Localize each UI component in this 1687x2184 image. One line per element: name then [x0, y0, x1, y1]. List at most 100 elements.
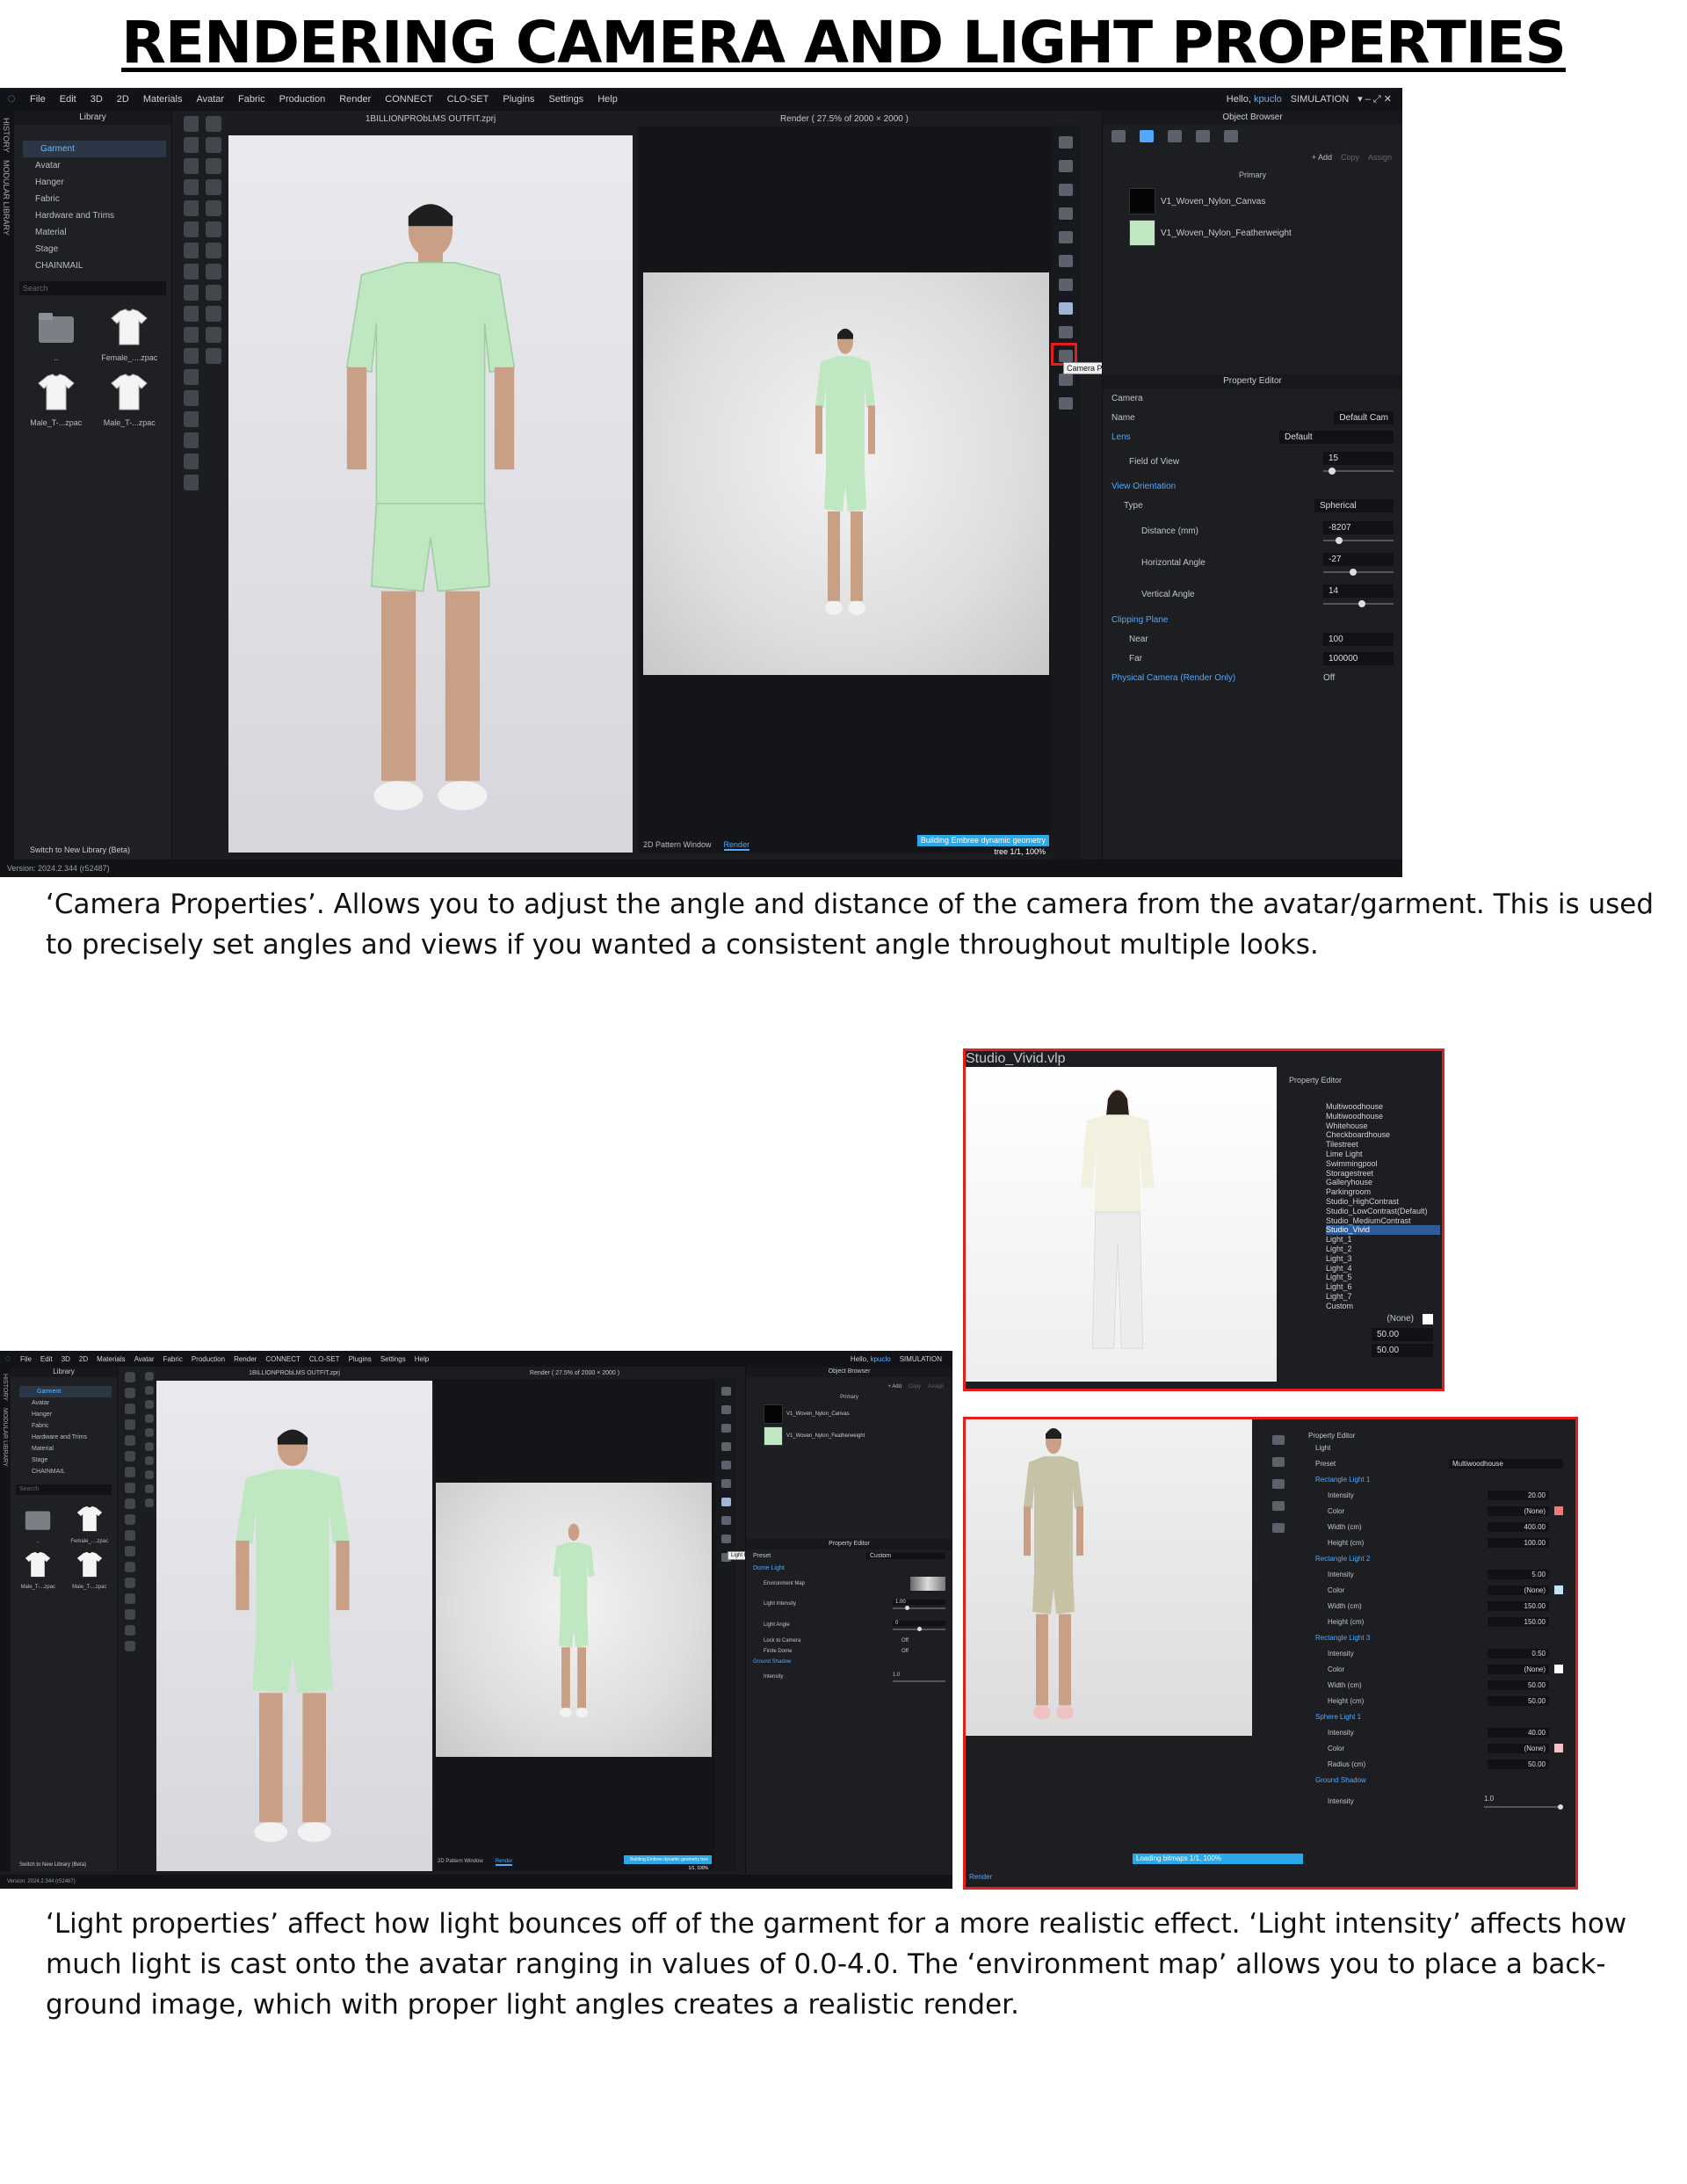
menu-clo-set[interactable]: CLO-SET [305, 1355, 344, 1363]
preset-item[interactable]: Light_3 [1326, 1254, 1440, 1264]
color-swatch[interactable] [1554, 1585, 1563, 1594]
menu-settings[interactable]: Settings [541, 94, 590, 105]
tool-icon[interactable] [184, 411, 199, 427]
tool-icon[interactable] [125, 1388, 135, 1398]
v-angle-control[interactable]: 14 [1323, 584, 1394, 607]
h-angle-slider[interactable] [1323, 568, 1394, 576]
value-box[interactable]: 50.00 [1488, 1680, 1549, 1690]
env-map-thumbnail[interactable] [910, 1577, 945, 1591]
menu-2d[interactable]: 2D [75, 1355, 92, 1363]
viewport-3d[interactable] [156, 1381, 432, 1871]
tool-icon[interactable] [145, 1428, 154, 1437]
tool-icon[interactable] [125, 1546, 135, 1556]
preset-item[interactable]: Parkingroom [1326, 1187, 1440, 1197]
preset-item[interactable]: Custom [1326, 1302, 1440, 1311]
tree-item-chainmail[interactable]: CHAINMAIL [23, 258, 166, 274]
female-thumb[interactable]: Female_....zpac [66, 1504, 114, 1544]
male-thumb-2[interactable]: Male_T-...zpac [66, 1549, 114, 1590]
render-image[interactable] [436, 1483, 712, 1757]
tree-item-chainmail[interactable]: CHAINMAIL [19, 1466, 112, 1477]
fov-value[interactable]: 15 [1323, 451, 1394, 465]
username[interactable]: kpuclo [1254, 94, 1282, 105]
color-swatch[interactable] [1554, 1506, 1563, 1515]
light-section[interactable]: Sphere Light 1 [1315, 1709, 1563, 1724]
preset-item[interactable]: Tilestreet [1326, 1140, 1440, 1150]
add-button[interactable]: + Add [1312, 153, 1332, 162]
tool-icon[interactable] [145, 1498, 154, 1507]
fabric-item[interactable]: V1_Woven_Nylon_Featherweight [764, 1426, 947, 1446]
slider-knob[interactable] [1558, 1803, 1563, 1810]
folder-thumb[interactable]: .. [23, 306, 90, 362]
preset-item[interactable]: Studio_HighContrast [1326, 1197, 1440, 1207]
preset-item[interactable]: Lime Light [1326, 1150, 1440, 1159]
render-tool-icon[interactable] [1059, 279, 1073, 291]
render-tool-icon[interactable] [1272, 1523, 1285, 1533]
menu-connect[interactable]: CONNECT [261, 1355, 305, 1363]
menu-help[interactable]: Help [590, 94, 625, 105]
light-section[interactable]: Rectangle Light 2 [1315, 1550, 1563, 1566]
preset-item[interactable]: Light_2 [1326, 1244, 1440, 1254]
tool-icon[interactable] [145, 1386, 154, 1395]
render-tool-icon[interactable] [720, 1479, 731, 1488]
fabric-item[interactable]: V1_Woven_Nylon_Canvas [1129, 188, 1394, 214]
tool-icon[interactable] [206, 158, 221, 174]
tool-icon[interactable] [145, 1456, 154, 1465]
render-tool-icon[interactable] [720, 1535, 731, 1543]
tool-icon[interactable] [206, 200, 221, 216]
tree-item-avatar[interactable]: Avatar [19, 1397, 112, 1409]
tool-icon[interactable] [184, 137, 199, 153]
render-tool-icon[interactable] [720, 1442, 731, 1451]
light-name[interactable]: Rectangle Light 3 [1315, 1634, 1370, 1642]
tool-icon[interactable] [184, 221, 199, 237]
menu-fabric[interactable]: Fabric [159, 1355, 187, 1363]
menu-file[interactable]: File [16, 1355, 36, 1363]
mode-selector[interactable]: SIMULATION [1291, 94, 1349, 105]
preset-item[interactable]: Studio_LowContrast(Default) [1326, 1207, 1440, 1216]
list-icon[interactable] [1111, 130, 1126, 142]
slider-knob[interactable] [1329, 467, 1336, 475]
preset-item[interactable]: Light_5 [1326, 1273, 1440, 1282]
v-angle-slider[interactable] [1323, 599, 1394, 607]
preset-item[interactable]: Multiwoodhouse [1326, 1112, 1440, 1121]
fabric-icon[interactable] [1140, 130, 1154, 142]
tool-icon[interactable] [184, 306, 199, 322]
tool-icon[interactable] [184, 200, 199, 216]
render-tool-icon[interactable] [1059, 184, 1073, 196]
modular-library-tab[interactable]: MODULAR LIBRARY [2, 160, 11, 236]
near-value[interactable]: 100 [1323, 632, 1394, 646]
menu-3d[interactable]: 3D [83, 94, 110, 105]
menu-3d[interactable]: 3D [57, 1355, 75, 1363]
tool-icon[interactable] [206, 179, 221, 195]
render-tool-icon[interactable] [1059, 255, 1073, 267]
tree-item-fabric[interactable]: Fabric [23, 191, 166, 207]
ground-slider[interactable] [1484, 1803, 1563, 1810]
tool-icon[interactable] [184, 369, 199, 385]
render-image[interactable] [643, 272, 1049, 675]
tool-icon[interactable] [125, 1419, 135, 1430]
tool-icon[interactable] [184, 158, 199, 174]
slider-knob[interactable] [917, 1626, 922, 1631]
tool-icon[interactable] [125, 1467, 135, 1477]
menu-help[interactable]: Help [410, 1355, 433, 1363]
menu-materials[interactable]: Materials [92, 1355, 129, 1363]
preset-dropdown[interactable]: Multiwoodhouse [1449, 1458, 1563, 1469]
preset-item[interactable]: Storagestreet [1326, 1169, 1440, 1179]
menu-avatar[interactable]: Avatar [130, 1355, 159, 1363]
tool-icon[interactable] [206, 327, 221, 343]
fabric-item[interactable]: V1_Woven_Nylon_Canvas [764, 1404, 947, 1424]
menu-settings[interactable]: Settings [376, 1355, 410, 1363]
value-box[interactable]: 5.00 [1488, 1569, 1549, 1579]
render-tool-icon[interactable] [1059, 397, 1073, 410]
value-box[interactable]: 0.50 [1488, 1648, 1549, 1658]
assign-button[interactable]: Assign [1368, 153, 1392, 162]
value-box[interactable]: (None) [1488, 1506, 1549, 1516]
modular-library-tab[interactable]: MODULAR LIBRARY [2, 1408, 8, 1467]
tree-item-hanger[interactable]: Hanger [23, 174, 166, 191]
value-box[interactable]: 150.00 [1488, 1616, 1549, 1627]
tool-icon[interactable] [184, 243, 199, 258]
render-tool-icon[interactable] [1059, 374, 1073, 386]
render-tool-icon[interactable] [1272, 1479, 1285, 1489]
studio-render[interactable] [966, 1067, 1277, 1382]
tool-icon[interactable] [184, 432, 199, 448]
render-tool-icon[interactable] [720, 1516, 731, 1525]
